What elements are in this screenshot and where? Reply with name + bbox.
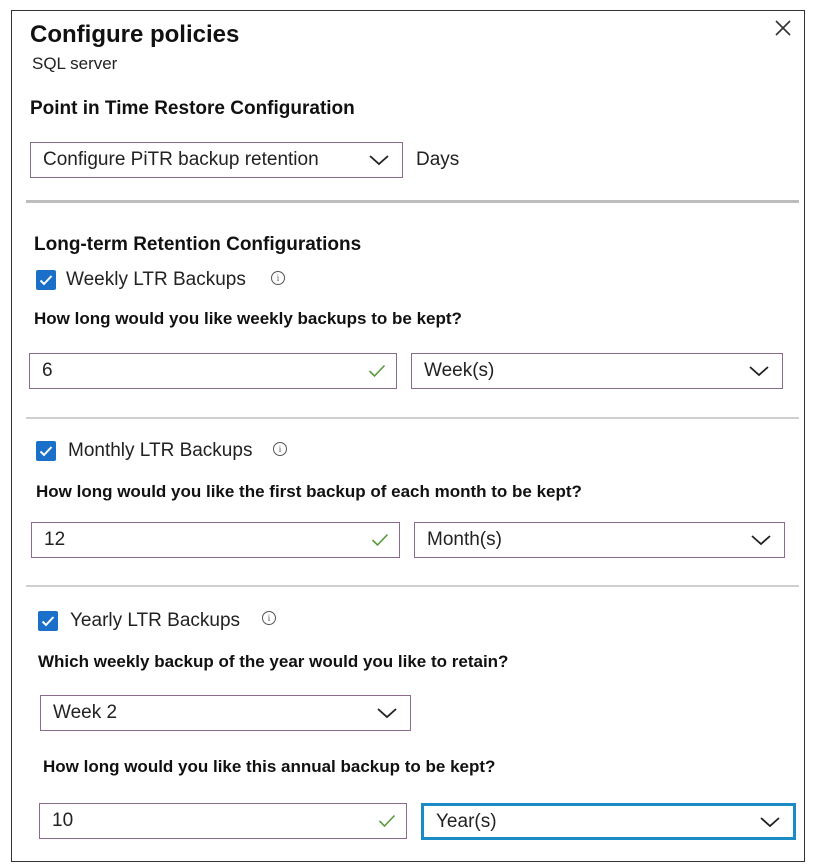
monthly-unit-value: Month(s): [427, 529, 502, 550]
yearly-retention-value: 10: [52, 810, 74, 831]
weekly-ltr-checkbox[interactable]: [36, 270, 56, 290]
info-icon[interactable]: i: [271, 271, 285, 285]
valid-check-icon: [368, 364, 386, 378]
monthly-question: How long would you like the first backup…: [36, 482, 582, 501]
chevron-down-icon: [377, 708, 397, 719]
monthly-retention-input[interactable]: 12: [31, 522, 400, 558]
pitr-dropdown-value: Configure PiTR backup retention: [43, 149, 319, 170]
ltr-section-title: Long-term Retention Configurations: [34, 234, 362, 255]
checkmark-icon: [41, 616, 55, 627]
yearly-retention-input[interactable]: 10: [39, 803, 407, 839]
yearly-week-dropdown[interactable]: Week 2: [40, 695, 411, 731]
weekly-retention-value: 6: [42, 360, 53, 381]
section-divider: [26, 200, 799, 203]
weekly-question: How long would you like weekly backups t…: [34, 309, 462, 328]
monthly-ltr-label: Monthly LTR Backups: [68, 440, 253, 461]
chevron-down-icon: [369, 155, 389, 166]
close-icon: [775, 20, 791, 36]
yearly-ltr-checkbox[interactable]: [38, 611, 58, 631]
weekly-unit-dropdown[interactable]: Week(s): [411, 353, 783, 389]
page-title: Configure policies: [30, 21, 240, 48]
yearly-week-value: Week 2: [53, 702, 118, 723]
weekly-ltr-label: Weekly LTR Backups: [66, 269, 246, 290]
info-icon[interactable]: i: [273, 442, 287, 456]
pitr-retention-dropdown[interactable]: Configure PiTR backup retention: [30, 142, 403, 178]
chevron-down-icon: [751, 535, 771, 546]
yearly-unit-value: Year(s): [436, 810, 497, 832]
weekly-unit-value: Week(s): [424, 360, 495, 381]
info-icon[interactable]: i: [262, 611, 276, 625]
page-subtitle: SQL server: [32, 54, 118, 73]
weekly-retention-input[interactable]: 6: [29, 353, 397, 389]
monthly-retention-value: 12: [44, 529, 66, 550]
yearly-week-question: Which weekly backup of the year would yo…: [38, 652, 509, 671]
checkmark-icon: [39, 446, 53, 457]
chevron-down-icon: [749, 366, 769, 377]
monthly-ltr-checkbox[interactable]: [36, 441, 56, 461]
chevron-down-icon: [760, 816, 780, 827]
yearly-duration-question: How long would you like this annual back…: [43, 757, 496, 776]
section-divider: [26, 585, 799, 587]
yearly-ltr-label: Yearly LTR Backups: [70, 610, 241, 631]
pitr-unit-label: Days: [416, 149, 460, 170]
checkmark-icon: [39, 275, 53, 286]
close-button[interactable]: [771, 16, 795, 40]
valid-check-icon: [378, 814, 396, 828]
valid-check-icon: [371, 533, 389, 547]
section-divider: [26, 417, 799, 419]
configure-policies-panel: [11, 10, 805, 862]
pitr-section-title: Point in Time Restore Configuration: [30, 98, 355, 119]
monthly-unit-dropdown[interactable]: Month(s): [414, 522, 785, 558]
yearly-unit-dropdown[interactable]: Year(s): [421, 803, 796, 840]
